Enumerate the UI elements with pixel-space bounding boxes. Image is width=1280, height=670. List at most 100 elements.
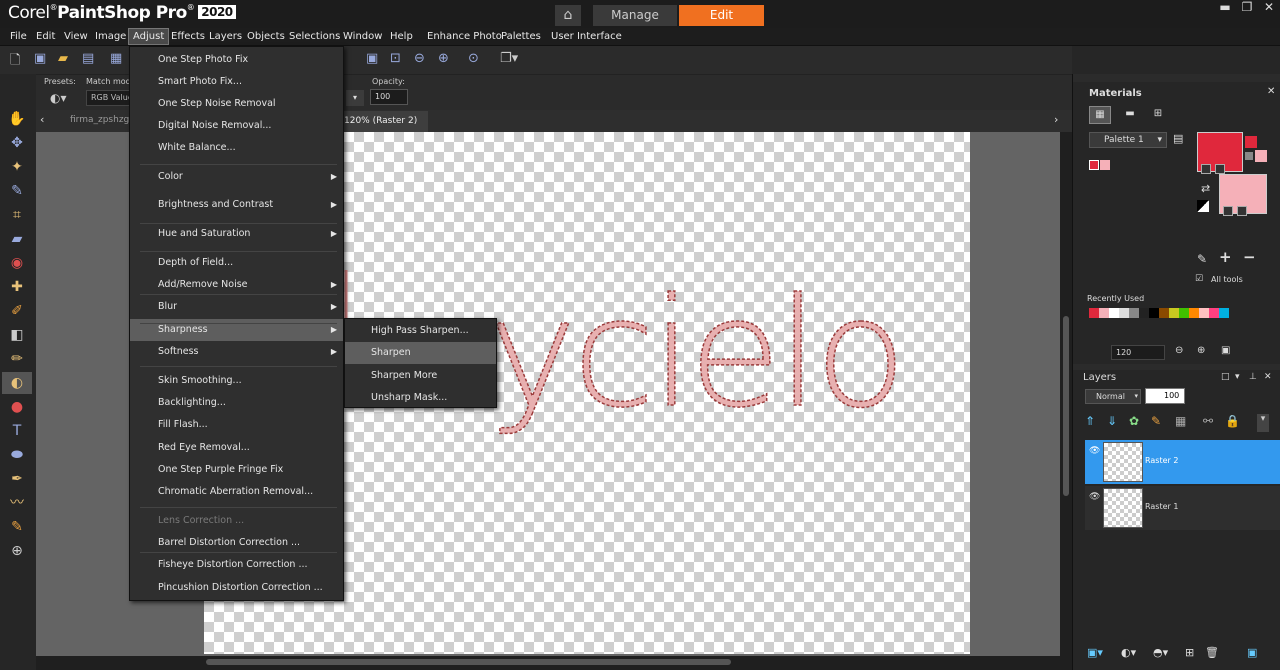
layers-pin-icon[interactable]: ⊥ bbox=[1249, 372, 1257, 382]
clone-tool-icon[interactable]: ✐ bbox=[2, 300, 32, 322]
bg-style-icon[interactable] bbox=[1223, 206, 1233, 216]
warp-brush-icon[interactable]: 〰 bbox=[2, 492, 32, 514]
recent-color-swatch[interactable] bbox=[1159, 308, 1169, 318]
text-tool-icon[interactable]: T bbox=[2, 420, 32, 442]
menu-window[interactable]: Window bbox=[339, 28, 386, 46]
fg-transparent-toggle[interactable] bbox=[1245, 152, 1253, 160]
effects-layer-icon[interactable]: ✎ bbox=[1151, 414, 1161, 428]
tab-manage[interactable]: Manage bbox=[593, 5, 677, 26]
recent-color-swatch[interactable] bbox=[1089, 308, 1099, 318]
adjust-menu-item[interactable]: Backlighting... bbox=[130, 392, 343, 414]
recent-color-swatch[interactable] bbox=[1119, 308, 1129, 318]
mask-icon[interactable]: ◓▾ bbox=[1153, 646, 1168, 659]
adjust-menu-item[interactable]: Barrel Distortion Correction ... bbox=[130, 532, 343, 554]
tabs-scroll-right-icon[interactable]: › bbox=[1054, 113, 1058, 126]
dropper-tool-icon[interactable]: ✎ bbox=[2, 180, 32, 202]
new-group-icon[interactable]: ⇓ bbox=[1107, 414, 1117, 428]
zoom-in-icon[interactable]: ⊕ bbox=[438, 51, 449, 66]
add-tool-icon[interactable]: ⊕ bbox=[2, 540, 32, 562]
tabs-scroll-left-icon[interactable]: ‹ bbox=[40, 113, 44, 126]
pattern-tab-icon[interactable]: ⊞ bbox=[1147, 106, 1169, 124]
adjust-menu-item[interactable]: Softness ▶ bbox=[130, 341, 343, 363]
paint-brush-tool-icon[interactable]: ✏ bbox=[2, 348, 32, 370]
adjust-menu-item[interactable]: Fisheye Distortion Correction ... bbox=[130, 554, 343, 576]
sharpness-item[interactable]: High Pass Sharpen... bbox=[345, 320, 496, 342]
adjust-menu-item[interactable]: Skin Smoothing... bbox=[130, 370, 343, 392]
adjust-menu-item[interactable]: Smart Photo Fix... bbox=[130, 71, 343, 93]
lock-layer-icon[interactable]: 🔒 bbox=[1225, 414, 1240, 428]
straighten-tool-icon[interactable]: ▰ bbox=[2, 228, 32, 250]
shape-tool-icon[interactable]: ⬬ bbox=[2, 444, 32, 466]
all-tools-checkbox[interactable]: ☑ bbox=[1195, 274, 1203, 284]
fg-mini-swatch[interactable] bbox=[1089, 160, 1099, 170]
merge-icon[interactable]: ⊞ bbox=[1185, 646, 1194, 659]
menu-view[interactable]: View bbox=[60, 28, 92, 46]
layers-options-icon[interactable]: ▾ bbox=[1235, 372, 1240, 382]
vertical-scrollbar[interactable] bbox=[1060, 132, 1072, 656]
eyedropper-icon[interactable]: ✎ bbox=[1197, 252, 1207, 266]
adjust-menu-item[interactable]: Red Eye Removal... bbox=[130, 437, 343, 459]
gradient-tab-icon[interactable]: ▬ bbox=[1119, 106, 1141, 124]
restore-icon[interactable]: ❐ bbox=[1236, 0, 1258, 16]
menu-enhance-photo[interactable]: Enhance Photo bbox=[423, 28, 506, 46]
copy-icon[interactable]: ❐▾ bbox=[500, 51, 518, 66]
color-replacer-icon[interactable]: ● bbox=[2, 396, 32, 418]
zoom-in-panel-icon[interactable]: ⊕ bbox=[1197, 345, 1205, 356]
adjust-menu-item[interactable]: Color ▶ bbox=[130, 166, 343, 188]
sharpness-item[interactable]: Unsharp Mask... bbox=[345, 387, 496, 409]
adjustment-layer-icon[interactable]: ✿ bbox=[1129, 414, 1139, 428]
add-swatch-icon[interactable]: + bbox=[1219, 248, 1232, 266]
lighten-darken-tool-icon[interactable]: ◐ bbox=[2, 372, 32, 394]
remove-swatch-icon[interactable]: − bbox=[1243, 248, 1256, 266]
adjust-menu-item[interactable]: Chromatic Aberration Removal... bbox=[130, 481, 343, 503]
adjust-menu-item[interactable]: Add/Remove Noise ▶ bbox=[130, 274, 343, 296]
layers-maximize-icon[interactable]: □ bbox=[1221, 372, 1230, 382]
zoom-input[interactable]: 120 bbox=[1111, 345, 1165, 360]
zoom-out-panel-icon[interactable]: ⊖ bbox=[1175, 345, 1183, 356]
recent-color-swatch[interactable] bbox=[1189, 308, 1199, 318]
layer-row-raster-1[interactable]: 👁 Raster 1 bbox=[1085, 486, 1280, 530]
adjust-menu-item[interactable]: One Step Photo Fix bbox=[130, 49, 343, 71]
new-layer-icon[interactable]: ⇑ bbox=[1085, 414, 1095, 428]
adjust-menu-item[interactable]: One Step Purple Fringe Fix bbox=[130, 459, 343, 481]
new-file-icon[interactable]: 🗋 bbox=[10, 51, 20, 73]
adjust-menu-item[interactable]: One Step Noise Removal bbox=[130, 93, 343, 115]
red-eye-tool-icon[interactable]: ◉ bbox=[2, 252, 32, 274]
new-image-icon[interactable]: ▣ bbox=[34, 51, 46, 66]
recent-color-swatch[interactable] bbox=[1109, 308, 1119, 318]
adjust-menu-item[interactable]: Blur ▶ bbox=[130, 296, 343, 318]
selection-tool-icon[interactable]: ✦ bbox=[2, 156, 32, 178]
move-tool-icon[interactable]: ✥ bbox=[2, 132, 32, 154]
layer-row-raster-2[interactable]: 👁 Raster 2 bbox=[1085, 440, 1280, 484]
layer-menu-icon[interactable]: ▾ bbox=[1257, 414, 1269, 432]
pan-icon[interactable]: ⊙ bbox=[468, 51, 479, 66]
menu-edit[interactable]: Edit bbox=[32, 28, 59, 46]
menu-image[interactable]: Image bbox=[91, 28, 130, 46]
browse-icon[interactable]: ▤ bbox=[82, 51, 94, 66]
palette-book-icon[interactable]: ▤ bbox=[1173, 132, 1183, 145]
layer-opacity-field[interactable]: 100 bbox=[1145, 388, 1185, 404]
adjust-menu-item[interactable]: Depth of Field... bbox=[130, 252, 343, 274]
menu-help[interactable]: Help bbox=[386, 28, 417, 46]
adjust-menu-item[interactable]: Digital Noise Removal... bbox=[130, 115, 343, 137]
crop-tool-icon[interactable]: ⌗ bbox=[2, 204, 32, 226]
recent-color-swatch[interactable] bbox=[1129, 308, 1139, 318]
home-icon[interactable]: ⌂ bbox=[555, 5, 581, 26]
open-folder-icon[interactable]: ▰ bbox=[58, 51, 68, 66]
layer-visibility-icon[interactable]: 👁 bbox=[1089, 492, 1100, 502]
adjust-menu-item[interactable]: Fill Flash... bbox=[130, 414, 343, 436]
recent-color-swatch[interactable] bbox=[1099, 308, 1109, 318]
bg-mini-swatch[interactable] bbox=[1100, 160, 1110, 170]
pen-tool-icon[interactable]: ✒ bbox=[2, 468, 32, 490]
presets-icon[interactable]: ◐▾ bbox=[50, 91, 67, 105]
recent-color-swatch[interactable] bbox=[1169, 308, 1179, 318]
fill-tool-icon[interactable]: ✎ bbox=[2, 516, 32, 538]
fg-alt-swatch[interactable] bbox=[1255, 150, 1267, 162]
menu-objects[interactable]: Objects bbox=[243, 28, 289, 46]
recent-color-swatch[interactable] bbox=[1179, 308, 1189, 318]
sharpness-item[interactable]: Sharpen More bbox=[345, 365, 496, 387]
sharpness-item[interactable]: Sharpen bbox=[345, 342, 496, 365]
close-window-icon[interactable]: ✕ bbox=[1258, 0, 1280, 16]
horizontal-scrollbar[interactable] bbox=[36, 656, 1072, 670]
makeover-tool-icon[interactable]: ✚ bbox=[2, 276, 32, 298]
